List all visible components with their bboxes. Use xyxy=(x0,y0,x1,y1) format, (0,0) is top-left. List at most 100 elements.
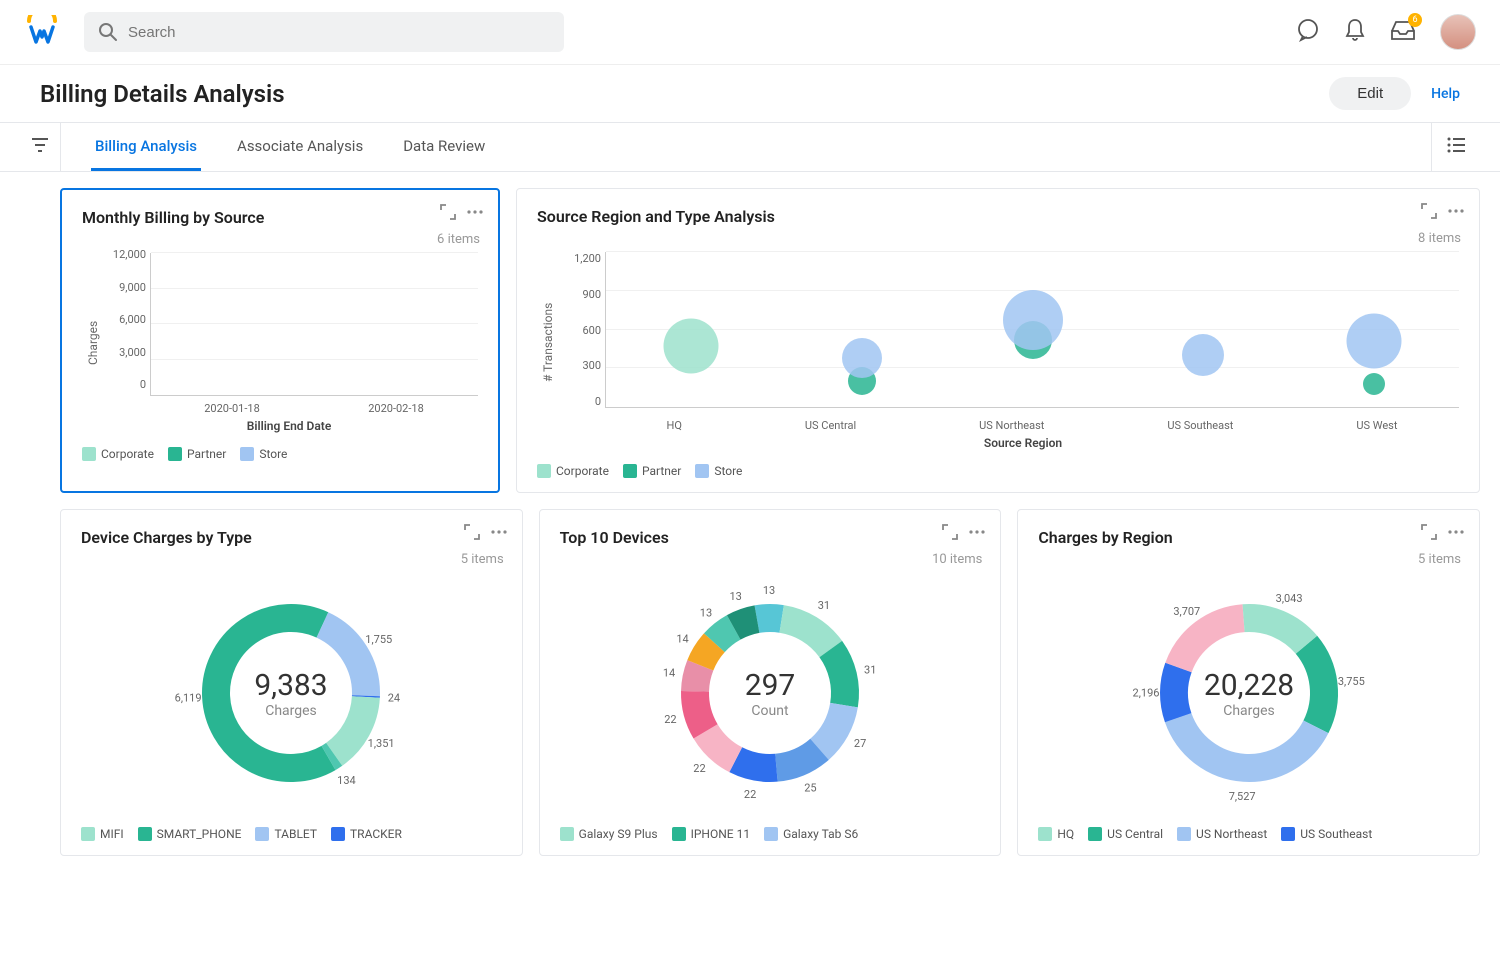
card-charges-region[interactable]: Charges by Region 5 items 3,7557,5272,19… xyxy=(1017,509,1480,856)
donut-center-label: Count xyxy=(751,703,789,719)
legend-item[interactable]: MIFI xyxy=(81,827,124,841)
legend-item[interactable]: Corporate xyxy=(82,447,154,461)
bubble[interactable] xyxy=(1182,334,1224,376)
svg-text:14: 14 xyxy=(663,666,675,679)
donut-slice[interactable] xyxy=(695,665,700,691)
svg-text:7,527: 7,527 xyxy=(1228,790,1255,803)
legend-item[interactable]: Galaxy Tab S6 xyxy=(764,827,858,841)
svg-text:6,119: 6,119 xyxy=(175,692,202,705)
expand-icon[interactable] xyxy=(942,524,958,544)
edit-button[interactable]: Edit xyxy=(1329,77,1411,110)
card-top10-devices[interactable]: Top 10 Devices 10 items 1331312725222222… xyxy=(539,509,1002,856)
more-icon[interactable] xyxy=(466,204,484,224)
bell-icon[interactable] xyxy=(1344,18,1366,46)
svg-text:13: 13 xyxy=(763,584,775,597)
y-axis-label: # Transactions xyxy=(537,252,555,432)
legend-item[interactable]: HQ xyxy=(1038,827,1074,841)
inbox-icon[interactable]: 6 xyxy=(1390,19,1416,45)
legend-item[interactable]: US Northeast xyxy=(1177,827,1267,841)
card-device-charges[interactable]: Device Charges by Type 5 items 6,1191,75… xyxy=(60,509,523,856)
svg-text:3,707: 3,707 xyxy=(1173,605,1200,618)
search-icon xyxy=(98,22,118,46)
help-link[interactable]: Help xyxy=(1431,86,1460,102)
workday-logo[interactable] xyxy=(24,14,60,50)
expand-icon[interactable] xyxy=(440,204,456,224)
svg-text:1,755: 1,755 xyxy=(366,633,393,646)
legend-item[interactable]: Galaxy S9 Plus xyxy=(560,827,658,841)
svg-text:2,196: 2,196 xyxy=(1132,686,1159,699)
donut-center-value: 297 xyxy=(745,668,796,703)
legend-item[interactable]: SMART_PHONE xyxy=(138,827,242,841)
card-title: Monthly Billing by Source xyxy=(82,208,478,227)
chat-icon[interactable] xyxy=(1296,18,1320,46)
search-box[interactable] xyxy=(84,12,564,52)
more-icon[interactable] xyxy=(1447,203,1465,223)
more-icon[interactable] xyxy=(1447,524,1465,544)
donut-slice[interactable] xyxy=(706,731,736,759)
card-source-region[interactable]: Source Region and Type Analysis 8 items … xyxy=(516,188,1480,493)
donut-slice[interactable] xyxy=(757,618,782,619)
legend-item[interactable]: TRACKER xyxy=(331,827,402,841)
svg-text:3,043: 3,043 xyxy=(1275,592,1302,605)
donut-slice[interactable] xyxy=(1174,668,1178,718)
donut-slice[interactable] xyxy=(329,754,335,758)
legend-item[interactable]: IPHONE 11 xyxy=(672,827,751,841)
donut-slice[interactable] xyxy=(714,627,733,642)
tab-billing-analysis[interactable]: Billing Analysis xyxy=(91,123,201,171)
svg-text:27: 27 xyxy=(854,737,866,750)
donut-center-value: 20,228 xyxy=(1204,668,1294,703)
donut-slice[interactable] xyxy=(831,649,845,705)
donut-slice[interactable] xyxy=(700,643,714,666)
svg-text:22: 22 xyxy=(664,713,676,726)
bubble[interactable] xyxy=(1346,314,1401,369)
donut-center-label: Charges xyxy=(1223,703,1275,719)
donut-slice[interactable] xyxy=(695,691,706,731)
bubble[interactable] xyxy=(664,319,719,374)
donut-slice[interactable] xyxy=(782,619,831,649)
expand-icon[interactable] xyxy=(1421,524,1437,544)
donut-slice[interactable] xyxy=(1243,618,1306,645)
expand-icon[interactable] xyxy=(1421,203,1437,223)
donut-slice[interactable] xyxy=(736,760,777,768)
bubble[interactable] xyxy=(1363,373,1385,395)
legend-item[interactable]: Store xyxy=(240,447,287,461)
tab-associate-analysis[interactable]: Associate Analysis xyxy=(233,123,367,171)
legend-item[interactable]: Partner xyxy=(623,464,681,478)
svg-text:25: 25 xyxy=(804,782,816,795)
item-count: 5 items xyxy=(1418,552,1461,567)
search-input[interactable] xyxy=(84,12,564,52)
legend-item[interactable]: Partner xyxy=(168,447,226,461)
card-monthly-billing[interactable]: Monthly Billing by Source 6 items Charge… xyxy=(60,188,500,493)
bubble[interactable] xyxy=(842,338,882,378)
donut-slice[interactable] xyxy=(820,705,844,749)
card-title: Source Region and Type Analysis xyxy=(537,207,1459,226)
legend-item[interactable]: US Central xyxy=(1088,827,1163,841)
legend-item[interactable]: Corporate xyxy=(537,464,609,478)
x-axis-label: Billing End Date xyxy=(100,419,478,433)
legend-item[interactable]: US Southeast xyxy=(1281,827,1372,841)
donut-slice[interactable] xyxy=(776,749,819,767)
more-icon[interactable] xyxy=(968,524,986,544)
avatar[interactable] xyxy=(1440,14,1476,50)
legend-item[interactable]: Store xyxy=(695,464,742,478)
x-axis-label: Source Region xyxy=(587,436,1459,450)
filter-icon[interactable] xyxy=(20,126,60,168)
card-title: Top 10 Devices xyxy=(560,528,981,547)
donut-slice[interactable] xyxy=(334,697,366,754)
svg-text:24: 24 xyxy=(388,692,400,705)
svg-text:14: 14 xyxy=(676,633,688,646)
donut-slice[interactable] xyxy=(1306,645,1324,727)
donut-slice[interactable] xyxy=(734,619,757,627)
donut-slice[interactable] xyxy=(1178,618,1243,667)
expand-icon[interactable] xyxy=(464,524,480,544)
legend-item[interactable]: TABLET xyxy=(255,827,317,841)
tab-data-review[interactable]: Data Review xyxy=(399,123,489,171)
svg-text:31: 31 xyxy=(818,599,830,612)
bubble[interactable] xyxy=(1003,290,1063,350)
more-icon[interactable] xyxy=(490,524,508,544)
list-view-icon[interactable] xyxy=(1446,137,1466,157)
svg-text:22: 22 xyxy=(744,788,756,801)
donut-slice[interactable] xyxy=(323,625,367,696)
svg-text:22: 22 xyxy=(693,762,705,775)
donut-slice[interactable] xyxy=(1178,718,1316,768)
